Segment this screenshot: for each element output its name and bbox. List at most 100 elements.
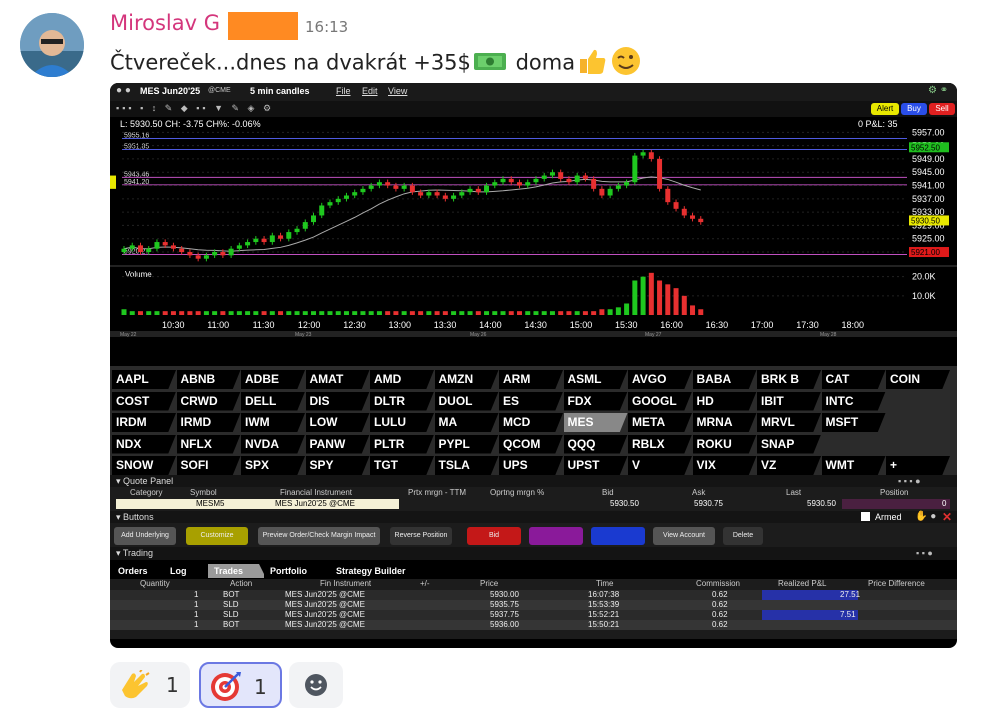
candle[interactable] (146, 248, 152, 253)
candle[interactable] (657, 158, 663, 189)
column-header[interactable]: Time (596, 579, 613, 589)
candle[interactable] (236, 245, 242, 249)
symbol-button-v[interactable]: V (628, 456, 692, 475)
symbol-button-adbe[interactable]: ADBE (241, 370, 305, 389)
candle[interactable] (385, 182, 391, 186)
symbol-button-wmt[interactable]: WMT (821, 456, 886, 475)
candle[interactable] (401, 185, 407, 189)
armed-checkbox[interactable] (861, 512, 870, 521)
candle[interactable] (418, 192, 424, 196)
tab-strategy-builder[interactable]: Strategy Builder (330, 564, 426, 578)
table-row[interactable]: 1 BOT MES Jun20'25 @CME 5936.00 15:50:21 0.62 (110, 620, 957, 630)
candle[interactable] (203, 255, 209, 259)
candle[interactable] (220, 252, 226, 256)
candle[interactable] (368, 185, 374, 189)
buy-button[interactable]: Buy (901, 103, 927, 115)
symbol-button-iwm[interactable]: IWM (241, 413, 305, 432)
candle[interactable] (541, 175, 547, 179)
panel-button-6[interactable] (591, 527, 645, 545)
tab-portfolio[interactable]: Portfolio (264, 564, 330, 578)
candle[interactable] (409, 185, 415, 193)
candle[interactable] (549, 172, 555, 176)
candle[interactable] (187, 252, 193, 256)
candle[interactable] (500, 178, 506, 183)
symbol-button-nflx[interactable]: NFLX (176, 434, 241, 454)
candle[interactable] (195, 255, 201, 259)
candle[interactable] (212, 252, 218, 256)
symbol-button-crwd[interactable]: CRWD (176, 391, 241, 411)
candle[interactable] (121, 248, 127, 253)
candle[interactable] (228, 248, 234, 256)
symbol-button-arm[interactable]: ARM (499, 370, 563, 389)
symbol-button-spy[interactable]: SPY (305, 456, 370, 475)
candle[interactable] (278, 235, 284, 239)
symbol-button-mrvl[interactable]: MRVL (757, 413, 821, 432)
candle[interactable] (615, 185, 621, 189)
alert-button[interactable]: Alert (871, 103, 899, 115)
candle[interactable] (434, 192, 440, 196)
panel-button-8[interactable]: Delete (723, 527, 763, 545)
close-icon[interactable]: ✕ (942, 510, 952, 524)
candle[interactable] (179, 248, 185, 253)
symbol-button-intc[interactable]: INTC (821, 391, 886, 411)
symbol-button-dell[interactable]: DELL (241, 391, 305, 411)
symbol-button-duol[interactable]: DUOL (434, 391, 499, 411)
candle[interactable] (245, 242, 251, 246)
symbol-button-panw[interactable]: PANW (305, 434, 370, 454)
candle[interactable] (335, 198, 341, 203)
candle[interactable] (311, 215, 317, 223)
candle[interactable] (525, 182, 531, 186)
candle[interactable] (681, 208, 687, 216)
column-header[interactable]: Action (230, 579, 252, 589)
candle[interactable] (286, 232, 292, 239)
table-row[interactable]: 1 BOT MES Jun20'25 @CME 5930.00 16:07:38 0.62… (110, 590, 957, 600)
column-header[interactable]: Realized P&L (778, 579, 826, 589)
panel-button-5[interactable] (529, 527, 583, 545)
panel-button-1[interactable]: Customize (186, 527, 248, 545)
symbol-button-googl[interactable]: GOOGL (628, 391, 692, 411)
candle[interactable] (360, 188, 366, 193)
symbol-button-avgo[interactable]: AVGO (628, 370, 692, 389)
panel-button-4[interactable]: Bid (467, 527, 521, 545)
symbol-button-vix[interactable]: VIX (692, 456, 757, 475)
candle[interactable] (607, 188, 613, 196)
symbol-button-irdm[interactable]: IRDM (112, 413, 176, 432)
candle[interactable] (343, 195, 349, 199)
candle[interactable] (484, 185, 490, 193)
candle[interactable] (137, 245, 143, 253)
interval-select[interactable]: 5 min candles (250, 86, 310, 96)
panel-button-7[interactable]: View Account (653, 527, 715, 545)
panel-button-3[interactable]: Reverse Position (390, 527, 452, 545)
symbol-button-add[interactable]: + (886, 456, 950, 475)
symbol-button-asml[interactable]: ASML (563, 370, 628, 389)
collapse-icon[interactable]: ▾ (110, 512, 121, 522)
candle[interactable] (690, 215, 696, 219)
candle[interactable] (673, 202, 679, 209)
candle[interactable] (566, 178, 572, 183)
symbol-button-upst[interactable]: UPST (563, 456, 628, 475)
candle[interactable] (442, 195, 448, 199)
tab-orders[interactable]: Orders (112, 564, 162, 578)
symbol-button-ndx[interactable]: NDX (112, 434, 176, 454)
symbol-button-amd[interactable]: AMD (370, 370, 434, 389)
candle[interactable] (492, 182, 498, 186)
table-row[interactable]: 1 SLD MES Jun20'25 @CME 5935.75 15:53:39 0.62 (110, 600, 957, 610)
tab-trades[interactable]: Trades (208, 564, 266, 578)
symbol-button-hd[interactable]: HD (692, 391, 757, 411)
candle[interactable] (352, 192, 358, 196)
reaction-target[interactable]: 1 (199, 662, 282, 708)
candle[interactable] (129, 245, 135, 249)
collapse-icon[interactable]: ▾ (110, 476, 121, 486)
symbol-button-tgt[interactable]: TGT (370, 456, 434, 475)
symbol-button-dis[interactable]: DIS (305, 391, 370, 411)
candle[interactable] (451, 195, 457, 199)
candle[interactable] (632, 155, 638, 183)
menu-view[interactable]: View (388, 86, 407, 96)
chart-symbol[interactable]: MES Jun20'25 (140, 86, 200, 96)
quote-symbol-cell[interactable] (116, 499, 399, 509)
candle[interactable] (624, 182, 630, 186)
symbol-button-snap[interactable]: SNAP (757, 434, 821, 454)
symbol-button-fdx[interactable]: FDX (563, 391, 628, 411)
candle[interactable] (665, 188, 671, 203)
symbol-button-irmd[interactable]: IRMD (176, 413, 241, 432)
